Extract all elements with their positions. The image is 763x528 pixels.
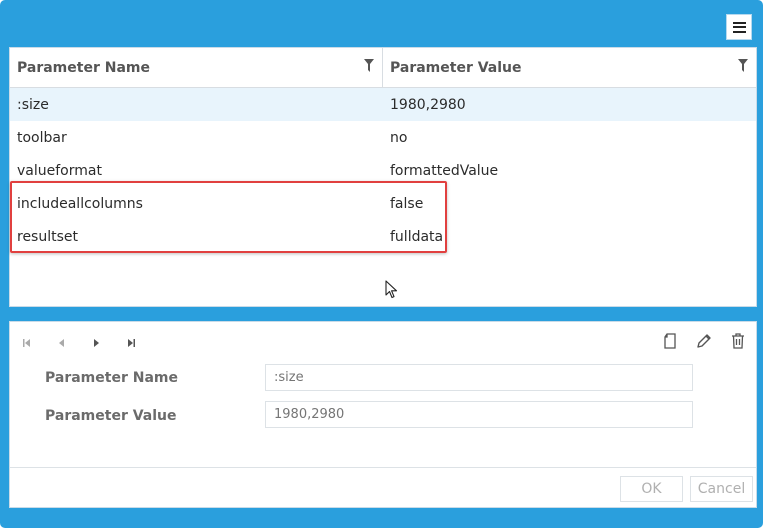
grid-header: Parameter Name Parameter Value xyxy=(10,48,756,88)
parameter-value-label: Parameter Value xyxy=(45,408,177,424)
filter-icon[interactable] xyxy=(364,59,374,73)
table-row[interactable]: resultset fulldata xyxy=(10,220,756,253)
next-record-button[interactable] xyxy=(92,333,127,353)
parameters-grid: Parameter Name Parameter Value :size 198… xyxy=(9,47,757,307)
last-record-button[interactable] xyxy=(127,333,162,353)
cancel-button[interactable]: Cancel xyxy=(690,476,753,502)
table-row[interactable]: :size 1980,2980 xyxy=(10,88,756,121)
last-page-icon xyxy=(128,339,135,347)
edit-record-button[interactable] xyxy=(694,331,714,351)
table-row[interactable]: includeallcolumns false xyxy=(10,187,756,220)
first-record-button[interactable] xyxy=(22,333,57,353)
hamburger-icon xyxy=(732,21,746,33)
prev-page-icon xyxy=(59,339,64,347)
column-header-label: Parameter Name xyxy=(17,59,150,76)
cell-parameter-value: 1980,2980 xyxy=(390,96,466,113)
cell-parameter-value: fulldata xyxy=(390,228,444,245)
new-record-button[interactable] xyxy=(660,331,680,351)
cell-parameter-value: formattedValue xyxy=(390,162,499,179)
cell-parameter-name: valueformat xyxy=(17,162,102,179)
filter-icon[interactable] xyxy=(738,59,748,73)
cell-parameter-name: :size xyxy=(17,96,49,113)
mouse-cursor-icon xyxy=(385,280,398,299)
dialog-frame: Parameter Name Parameter Value :size 198… xyxy=(0,0,763,528)
next-page-icon xyxy=(94,339,99,347)
parameter-name-input[interactable] xyxy=(265,364,693,391)
new-document-icon xyxy=(664,333,676,349)
table-row[interactable]: valueformat formattedValue xyxy=(10,154,756,187)
delete-record-button[interactable] xyxy=(728,331,748,351)
parameter-value-input[interactable] xyxy=(265,401,693,428)
cell-parameter-name: resultset xyxy=(17,228,79,245)
prev-record-button[interactable] xyxy=(57,333,92,353)
cell-parameter-name: includeallcolumns xyxy=(17,195,143,212)
parameter-name-label: Parameter Name xyxy=(45,370,178,386)
cell-parameter-value: no xyxy=(390,129,408,146)
ok-button[interactable]: OK xyxy=(620,476,683,502)
record-editor-panel: Parameter Name Parameter Value OK Cancel xyxy=(9,321,757,508)
edit-pencil-icon xyxy=(697,334,711,348)
dialog-footer: OK Cancel xyxy=(10,467,756,507)
column-header-parameter-name[interactable]: Parameter Name xyxy=(10,48,383,87)
cell-parameter-value: false xyxy=(390,195,424,212)
trash-icon xyxy=(732,333,744,349)
record-actions xyxy=(660,331,748,351)
first-page-icon xyxy=(23,339,30,347)
column-header-label: Parameter Value xyxy=(390,59,522,76)
column-header-parameter-value[interactable]: Parameter Value xyxy=(383,48,756,87)
table-row[interactable]: toolbar no xyxy=(10,121,756,154)
cell-parameter-name: toolbar xyxy=(17,129,67,146)
menu-button[interactable] xyxy=(726,14,752,40)
record-navigator xyxy=(22,333,162,353)
